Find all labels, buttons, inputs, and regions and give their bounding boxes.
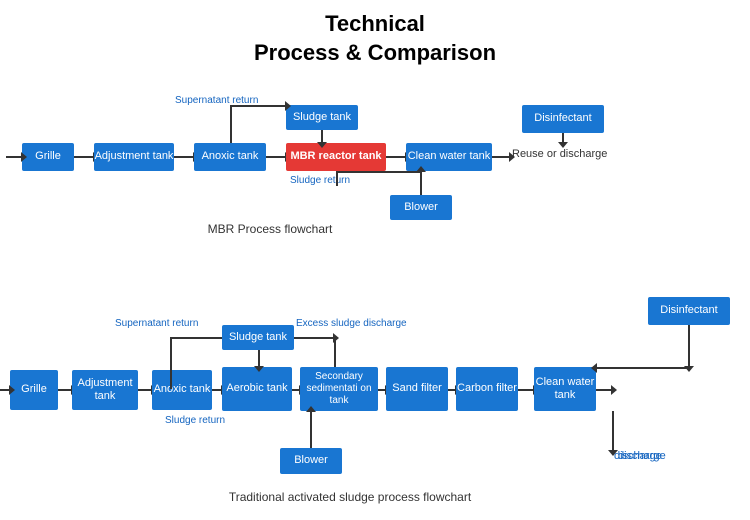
arrow-secondary-sand-trad: [378, 389, 386, 391]
trad-adjustment-box: Adjustment tank: [72, 370, 138, 410]
arrow-super-horiz-trad: [170, 337, 222, 339]
arrow-clean-reuse: [492, 156, 510, 158]
trad-grille-box: Grille: [10, 370, 58, 410]
mbr-blower-box: Blower: [390, 195, 452, 220]
arrow-adj-anoxic-trad: [138, 389, 152, 391]
mbr-sludge-tank-box: Sludge tank: [286, 105, 358, 130]
arrow-excess-vert-trad: [334, 337, 336, 367]
arrow-sludgetank-down-trad: [258, 350, 260, 367]
mbr-adjustment-box: Adjustment tank: [94, 143, 174, 171]
mbr-supernatant-label: Supernatant return: [175, 95, 258, 106]
trad-carbon-box: Carbon filter: [456, 367, 518, 411]
arrow-blower-up-mbr: [420, 171, 422, 195]
arrow-grille-adj-mbr: [74, 156, 94, 158]
arrow-carbon-clean-trad: [518, 389, 534, 391]
arrow-sludge-return-v-mbr: [336, 171, 338, 186]
arrow-disinfect-horiz-trad: [596, 367, 688, 369]
arrow-anoxic-aerobic-trad: [212, 389, 222, 391]
arrow-mbr-clean: [386, 156, 406, 158]
trad-sand-box: Sand filter: [386, 367, 448, 411]
arrow-disinfect-down-mbr: [562, 133, 564, 143]
mbr-reactor-box: MBR reactor tank: [286, 143, 386, 171]
arrow-aerobic-secondary-trad: [292, 389, 300, 391]
mbr-disinfectant-box: Disinfectant: [522, 105, 604, 133]
mbr-grille-box: Grille: [22, 143, 74, 171]
arrow-clean-down-trad: [612, 411, 614, 451]
arrow-clean-discharge-trad: [596, 389, 612, 391]
arrow-grille-adj-trad: [58, 389, 72, 391]
trad-aerobic-box: Aerobic tank: [222, 367, 292, 411]
mbr-diagram-title: MBR Process flowchart: [100, 222, 440, 236]
arrow-excess-horiz-trad: [294, 337, 334, 339]
trad-clean-water-box: Clean water tank: [534, 367, 596, 411]
arrow-disinfect-down-trad: [688, 325, 690, 367]
mbr-anoxic-box: Anoxic tank: [194, 143, 266, 171]
arrow-adj-anoxic-mbr: [174, 156, 194, 158]
reuse-label: Reuse or discharge: [512, 148, 607, 160]
trad-discharge-label2: discharge: [618, 450, 666, 462]
trad-diagram-title: Traditional activated sludge process flo…: [100, 490, 600, 504]
trad-supernatant-label: Supernatant return: [115, 318, 198, 329]
arrow-entry-mbr: [6, 156, 22, 158]
trad-excess-label: Excess sludge discharge: [296, 318, 407, 329]
trad-secondary-box: Secondary sedimentati on tank: [300, 367, 378, 411]
arrow-sludge-down-mbr: [321, 130, 323, 143]
trad-blower-box: Blower: [280, 448, 342, 474]
trad-sludge-return-label: Sludge return: [165, 415, 225, 426]
page-title: Technical Process & Comparison: [0, 0, 750, 67]
arrow-entry-trad: [0, 389, 10, 391]
arrow-super-vert-down-trad: [170, 337, 172, 389]
arrow-sand-carbon-trad: [448, 389, 456, 391]
arrow-anoxic-up-mbr: [230, 105, 232, 143]
arrow-blower-up-trad: [310, 411, 312, 448]
arrow-anoxic-mbr: [266, 156, 286, 158]
trad-sludge-tank-box: Sludge tank: [222, 325, 294, 350]
mbr-sludge-return-label: Sludge return: [290, 175, 350, 186]
trad-anoxic-box: Anoxic tank: [152, 370, 212, 410]
arrow-blower-left-mbr: [336, 171, 420, 173]
trad-disinfectant-box: Disinfectant: [648, 297, 730, 325]
